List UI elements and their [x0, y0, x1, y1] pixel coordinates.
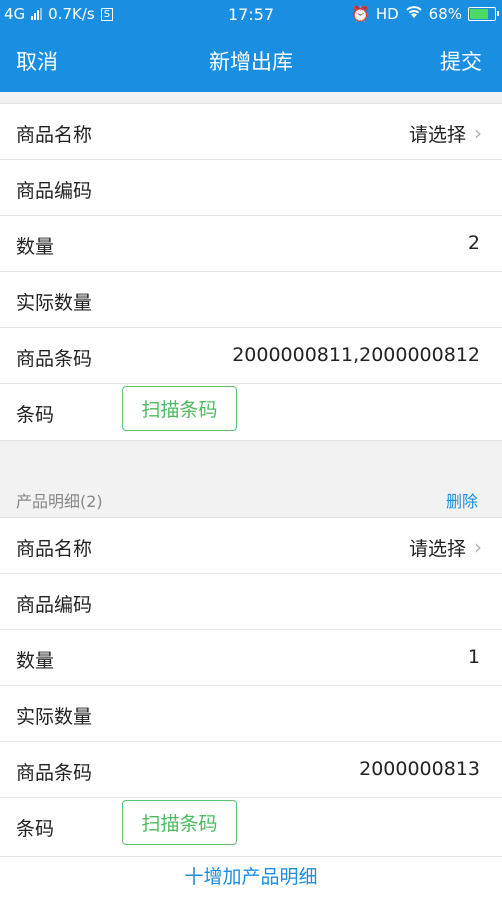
barcode-value[interactable]: 2000000811,2000000812 [232, 344, 480, 366]
quantity-label: 数量 [16, 236, 55, 258]
scan-row: 条码 扫描条码 [0, 384, 502, 440]
product-name-row[interactable]: 商品名称 请选择 › [0, 104, 502, 160]
product-name-select[interactable]: 请选择 › [409, 534, 482, 561]
divider [0, 440, 502, 441]
status-right: ⏰ HD 68% [351, 5, 499, 23]
quantity-row[interactable]: 数量 2 [0, 216, 502, 272]
scan-label: 条码 [16, 818, 55, 840]
barcode-row[interactable]: 商品条码 2000000811,2000000812 [0, 328, 502, 384]
battery-icon [468, 7, 499, 21]
submit-button[interactable]: 提交 [440, 46, 482, 76]
product-code-label: 商品编码 [16, 594, 93, 616]
hd-indicator: HD [375, 5, 399, 23]
product-code-label: 商品编码 [16, 180, 93, 202]
scan-barcode-button[interactable]: 扫描条码 [122, 386, 237, 431]
product-name-label: 商品名称 [16, 538, 93, 560]
quantity-value[interactable]: 2 [468, 232, 480, 254]
quantity-value[interactable]: 1 [468, 646, 480, 668]
product-detail-title: 产品明细(2) [16, 492, 103, 511]
quantity-row[interactable]: 数量 1 [0, 630, 502, 686]
page-title: 新增出库 [209, 50, 293, 74]
scan-barcode-button[interactable]: 扫描条码 [122, 800, 237, 845]
wifi-icon [405, 5, 423, 23]
delete-button[interactable]: 删除 [446, 488, 478, 512]
barcode-label: 商品条码 [16, 762, 93, 784]
product-detail-header: 产品明细(2) 删除 [0, 478, 502, 518]
barcode-label: 商品条码 [16, 348, 93, 370]
actual-quantity-label: 实际数量 [16, 706, 93, 728]
nav-bar: 取消 新增出库 提交 [0, 28, 502, 92]
battery-percent: 68% [428, 5, 462, 23]
product-name-value: 请选择 [408, 538, 466, 560]
product-name-value: 请选择 [408, 124, 466, 146]
product-name-row[interactable]: 商品名称 请选择 › [0, 518, 502, 574]
scan-label: 条码 [16, 404, 55, 426]
quantity-label: 数量 [16, 650, 55, 672]
product-name-select[interactable]: 请选择 › [409, 120, 482, 147]
product-code-row[interactable]: 商品编码 [0, 574, 502, 630]
status-bar: 4G 0.7K/s S 17:57 ⏰ HD 68% [0, 0, 502, 28]
scan-row: 条码 扫描条码 [0, 798, 502, 856]
chevron-right-icon: › [474, 121, 482, 145]
actual-quantity-row[interactable]: 实际数量 [0, 272, 502, 328]
alarm-icon: ⏰ [351, 5, 370, 23]
actual-quantity-row[interactable]: 实际数量 [0, 686, 502, 742]
add-product-detail-button[interactable]: 十增加产品明细 [0, 856, 502, 897]
barcode-row[interactable]: 商品条码 2000000813 [0, 742, 502, 798]
product-detail-card-1: 商品名称 请选择 › 商品编码 数量 2 实际数量 商品条码 200000081… [0, 103, 502, 440]
product-name-label: 商品名称 [16, 124, 93, 146]
product-detail-card-2: 商品名称 请选择 › 商品编码 数量 1 实际数量 商品条码 200000081… [0, 518, 502, 856]
barcode-value[interactable]: 2000000813 [359, 758, 480, 780]
actual-quantity-label: 实际数量 [16, 292, 93, 314]
chevron-right-icon: › [474, 535, 482, 559]
product-code-row[interactable]: 商品编码 [0, 160, 502, 216]
